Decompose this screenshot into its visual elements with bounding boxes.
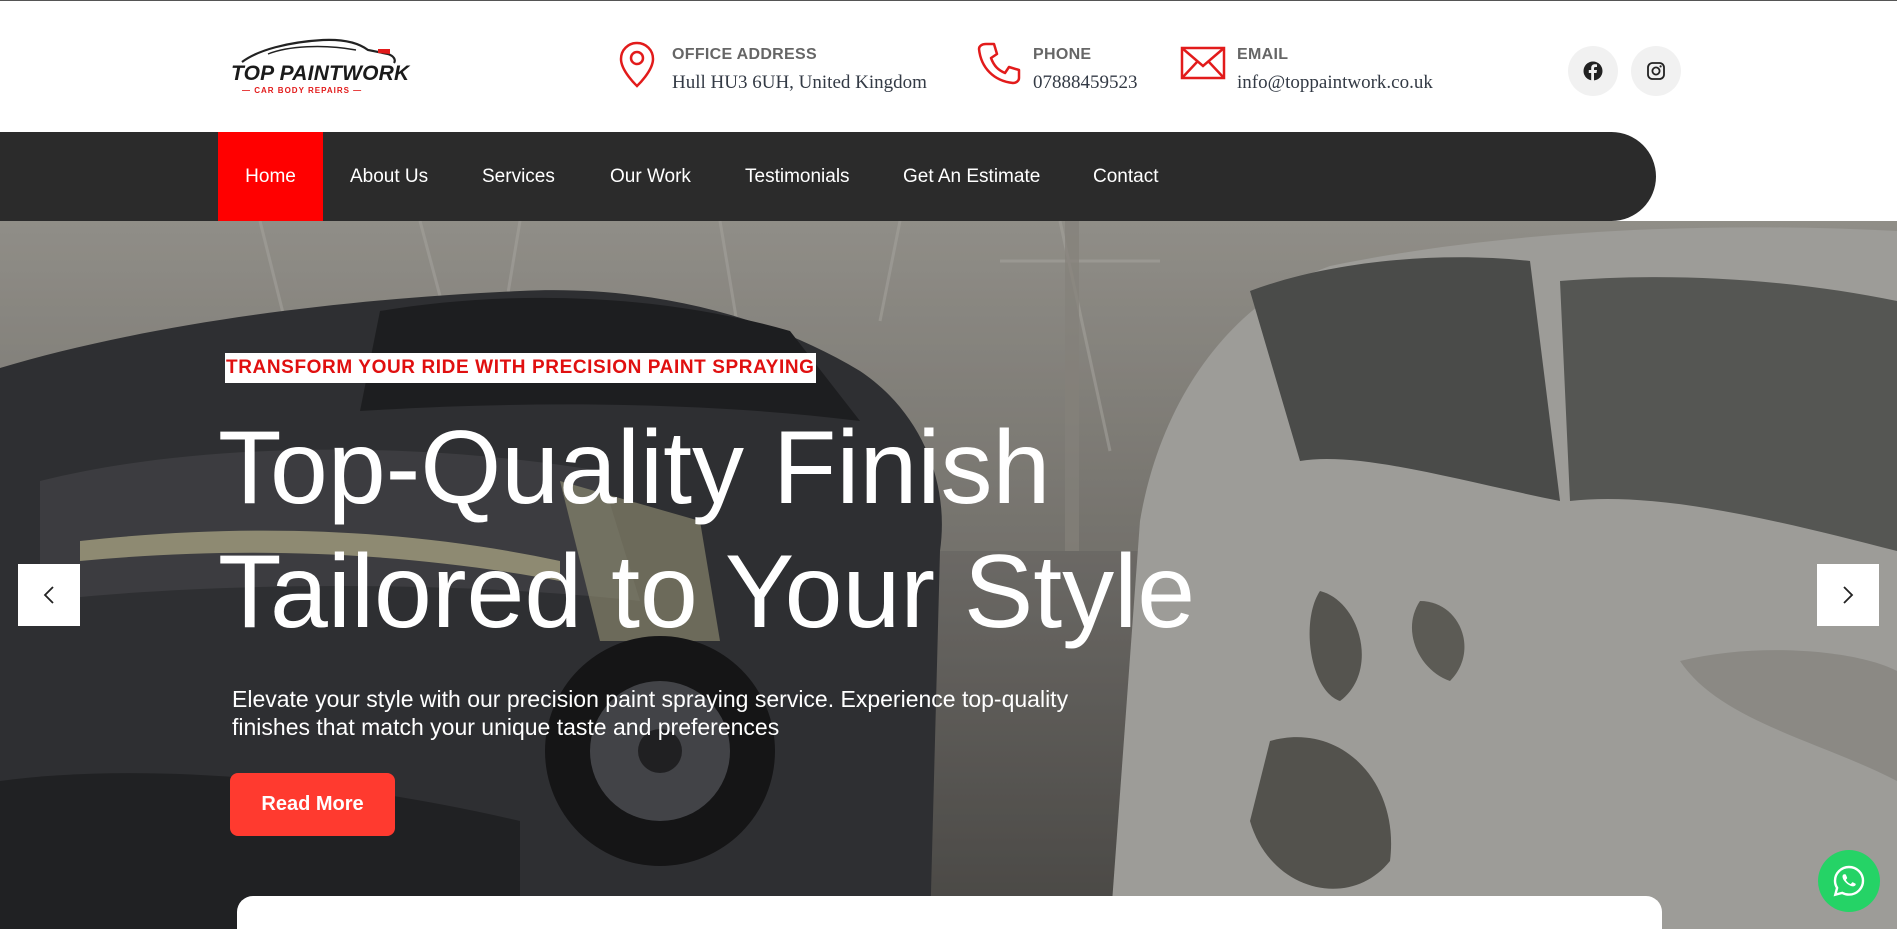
slider-prev-button[interactable] xyxy=(18,564,80,626)
read-more-button[interactable]: Read More xyxy=(230,773,395,836)
facebook-link[interactable] xyxy=(1568,46,1618,96)
office-address: OFFICE ADDRESS Hull HU3 6UH, United King… xyxy=(618,40,948,100)
address-value: Hull HU3 6UH, United Kingdom xyxy=(672,72,927,93)
whatsapp-icon xyxy=(1833,865,1865,897)
mail-icon xyxy=(1180,46,1226,80)
hero-tagline: TRANSFORM YOUR RIDE WITH PRECISION PAINT… xyxy=(225,353,816,383)
hero-slider: TRANSFORM YOUR RIDE WITH PRECISION PAINT… xyxy=(0,221,1897,929)
nav-item-testimonials[interactable]: Testimonials xyxy=(745,132,850,221)
logo-name: TOP PAINTWORK xyxy=(231,62,410,85)
instagram-link[interactable] xyxy=(1631,46,1681,96)
nav-item-contact[interactable]: Contact xyxy=(1093,132,1158,221)
phone-icon xyxy=(977,42,1021,85)
main-navigation: Home About Us Services Our Work Testimon… xyxy=(0,132,1656,221)
phone-value[interactable]: 07888459523 xyxy=(1033,72,1138,94)
hero-headline-line2: Tailored to Your Style xyxy=(218,534,1196,650)
logo-tagline: — CAR BODY REPAIRS — xyxy=(242,86,363,95)
slider-next-button[interactable] xyxy=(1817,564,1879,626)
chevron-left-icon xyxy=(43,586,54,604)
hero-headline-line1: Top-Quality Finish xyxy=(218,410,1051,526)
email-label: EMAIL xyxy=(1237,46,1289,63)
hero-headline: Top-Quality Finish Tailored to Your Styl… xyxy=(218,406,1195,654)
facebook-icon xyxy=(1583,61,1603,81)
instagram-icon xyxy=(1647,62,1665,80)
nav-item-get-an-estimate[interactable]: Get An Estimate xyxy=(903,132,1040,221)
map-pin-icon xyxy=(619,41,655,88)
whatsapp-chat-button[interactable] xyxy=(1818,850,1880,912)
email-value[interactable]: info@toppaintwork.co.uk xyxy=(1237,72,1433,94)
phone-label: PHONE xyxy=(1033,46,1092,63)
chevron-right-icon xyxy=(1843,586,1854,604)
hero-description: Elevate your style with our precision pa… xyxy=(232,686,1069,740)
site-logo[interactable]: TOP PAINTWORK — CAR BODY REPAIRS — xyxy=(228,36,409,100)
content-card xyxy=(237,896,1662,929)
email-info: EMAIL info@toppaintwork.co.uk xyxy=(1180,40,1450,100)
nav-item-our-work[interactable]: Our Work xyxy=(610,132,691,221)
phone-info: PHONE 07888459523 xyxy=(976,40,1146,100)
nav-item-about-us[interactable]: About Us xyxy=(350,132,428,221)
nav-item-home[interactable]: Home xyxy=(218,132,323,221)
address-label: OFFICE ADDRESS xyxy=(672,46,817,63)
nav-item-services[interactable]: Services xyxy=(482,132,555,221)
site-header: TOP PAINTWORK — CAR BODY REPAIRS — OFFIC… xyxy=(0,2,1897,132)
